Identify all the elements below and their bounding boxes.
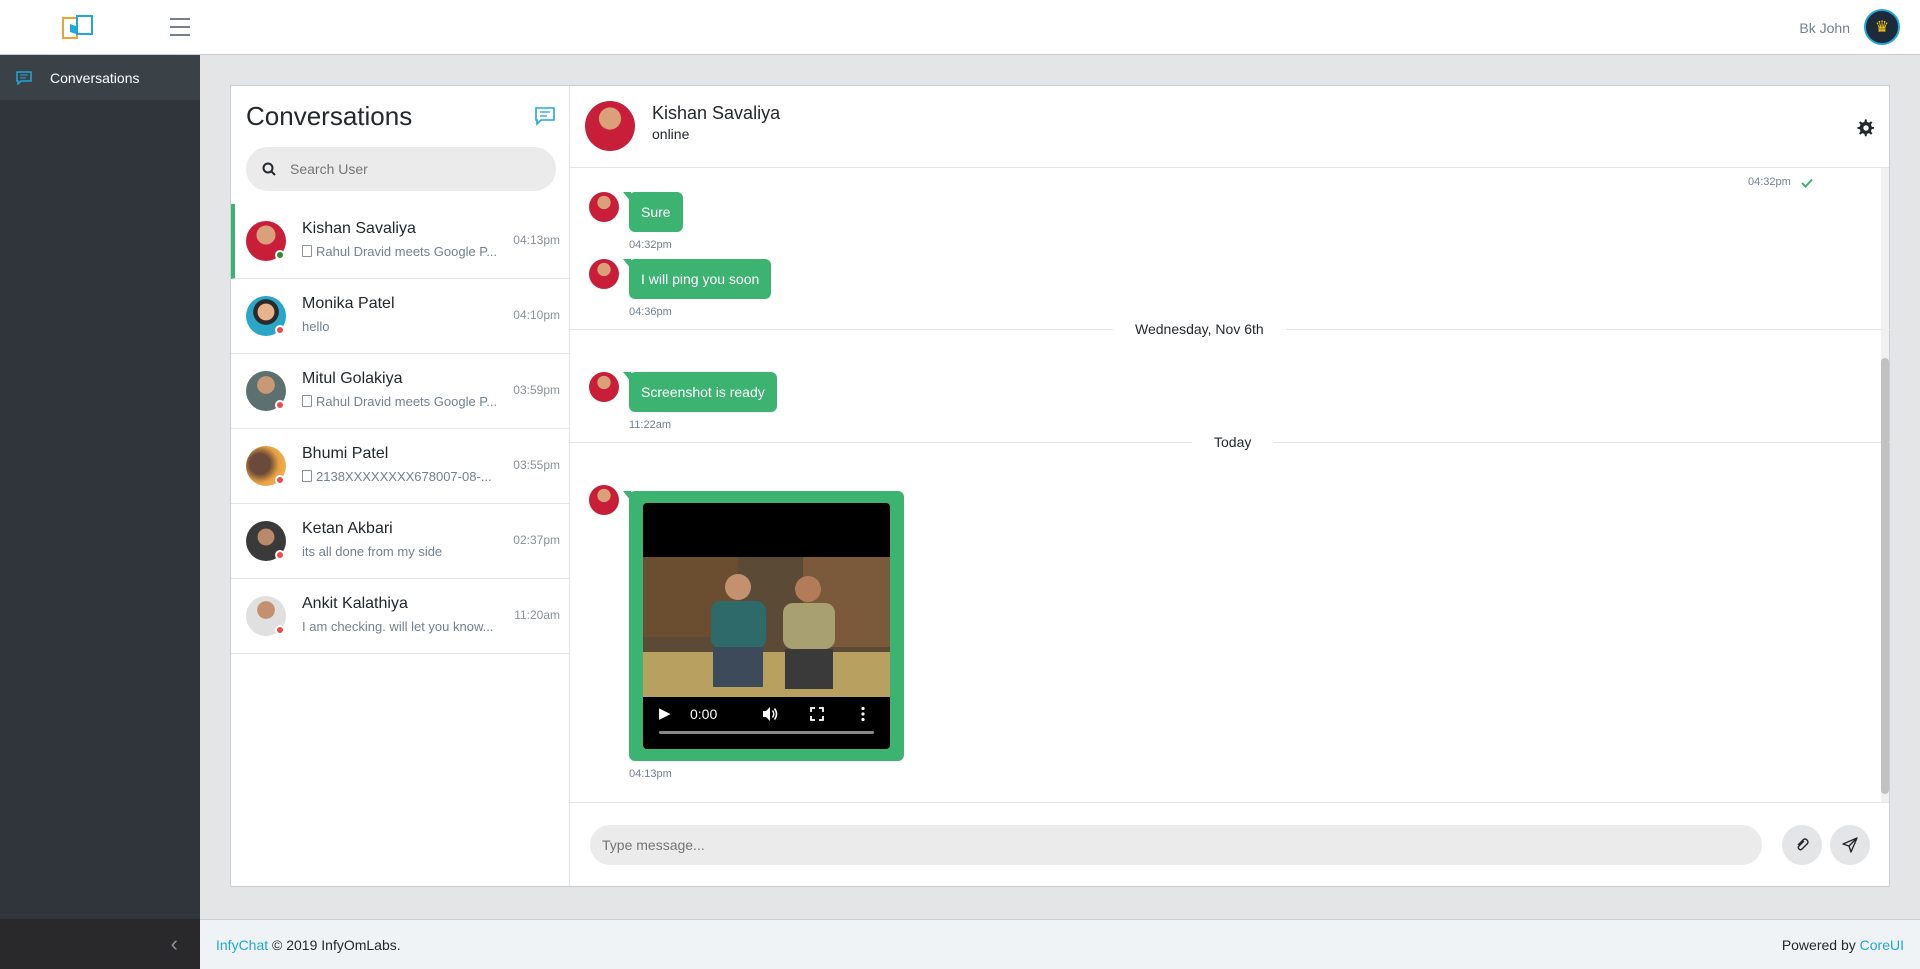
fullscreen-icon[interactable] [810, 707, 824, 721]
chat-contact-name: Kishan Savaliya [652, 103, 781, 123]
conversation-time: 03:55pm [513, 458, 560, 472]
conversation-time: 04:13pm [513, 233, 560, 247]
offline-status-dot [275, 325, 285, 335]
chat-contact-status: online [652, 126, 690, 142]
offline-status-dot [275, 400, 285, 410]
conversation-preview: Rahul Dravid meets Google P... [302, 244, 510, 259]
conversation-name: Bhumi Patel [302, 445, 389, 462]
message-bubble: Sure [623, 192, 683, 232]
paperclip-icon [1797, 838, 1809, 851]
conversation-item-mitul[interactable]: Mitul Golakiya Rahul Dravid meets Google… [231, 354, 570, 429]
conversation-name: Ketan Akbari [302, 520, 393, 537]
chat-panel: Kishan Savaliya online 04:32pm Sure 04:3… [570, 86, 1890, 888]
message-time: 04:32pm [629, 239, 672, 251]
chat-card: Conversations Kishan Savaliya Rahul Drav… [230, 85, 1890, 887]
scrollbar-thumb[interactable] [1881, 358, 1889, 794]
avatar[interactable] [585, 101, 635, 151]
conversation-name: Ankit Kalathiya [302, 595, 408, 612]
conversation-item-monika[interactable]: Monika Patel hello 04:10pm [231, 279, 570, 354]
conversation-item-bhumi[interactable]: Bhumi Patel 2138XXXXXXXX678007-08-... 03… [231, 429, 570, 504]
conversation-preview: I am checking. will let you know... [302, 619, 494, 634]
sidebar-item-label: Conversations [50, 69, 140, 86]
conversation-panel: Conversations Kishan Savaliya Rahul Drav… [231, 86, 570, 886]
hamburger-menu-icon[interactable] [170, 18, 190, 36]
coreui-link[interactable]: CoreUI [1860, 937, 1904, 953]
conversation-time: 02:37pm [513, 533, 560, 547]
conversation-preview: Rahul Dravid meets Google P... [302, 394, 510, 409]
brand-link[interactable]: InfyChat [216, 937, 268, 953]
message-bubble: I will ping you soon [622, 259, 772, 299]
conversation-time: 03:59pm [513, 383, 560, 397]
video-time: 0:00 [690, 706, 718, 722]
message-bubble: Screenshot is ready [623, 372, 777, 412]
video-message: ▶ 0:00 [623, 491, 904, 761]
send-button[interactable] [1830, 825, 1870, 865]
send-icon [1842, 837, 1858, 853]
footer-powered: Powered by CoreUI [1782, 937, 1904, 953]
video-progress-bar[interactable] [659, 731, 874, 734]
messages-scrollbar[interactable] [1881, 168, 1889, 802]
chat-header: Kishan Savaliya online [570, 86, 1889, 168]
chat-icon [16, 70, 32, 85]
conversation-time: 11:20am [514, 608, 560, 622]
conversation-item-ankit[interactable]: Ankit Kalathiya I am checking. will let … [231, 579, 570, 654]
avatar [589, 259, 619, 289]
pdf-file-icon [302, 470, 312, 482]
message-time: 04:32pm [1748, 176, 1791, 188]
conversation-time: 04:10pm [513, 308, 560, 322]
conversation-name: Mitul Golakiya [302, 370, 403, 387]
conversation-name: Monika Patel [302, 295, 395, 312]
conversation-list: Kishan Savaliya Rahul Dravid meets Googl… [231, 204, 570, 654]
app-footer: InfyChat © 2019 InfyOmLabs. Powered by C… [200, 919, 1920, 969]
message-list: 04:32pm Sure 04:32pm I will ping you soo… [570, 168, 1890, 802]
avatar [589, 192, 619, 222]
conversation-name: Kishan Savaliya [302, 220, 416, 237]
video-thumbnail [643, 557, 890, 697]
search-box [246, 147, 556, 191]
conversation-preview: hello [302, 319, 330, 334]
video-controls: ▶ 0:00 [643, 697, 890, 749]
sidebar: Conversations ‹ [0, 55, 200, 969]
conversations-title: Conversations [246, 101, 413, 131]
user-name: Bk John [1799, 20, 1850, 36]
app-header: Bk John ♛ [0, 0, 1920, 55]
sidebar-minimizer-button[interactable]: ‹ [0, 919, 200, 969]
conversation-preview: 2138XXXXXXXX678007-08-... [302, 469, 510, 484]
video-player[interactable]: ▶ 0:00 [643, 503, 890, 749]
play-icon[interactable]: ▶ [659, 704, 671, 722]
conversation-item-kishan[interactable]: Kishan Savaliya Rahul Dravid meets Googl… [231, 204, 570, 279]
attach-button[interactable] [1782, 825, 1822, 865]
conversation-preview: its all done from my side [302, 544, 443, 559]
search-input[interactable] [290, 161, 530, 177]
copyright-text: © 2019 InfyOmLabs. [272, 936, 401, 953]
message-composer [570, 802, 1889, 888]
message-time: 11:22am [629, 419, 671, 431]
message-input[interactable] [590, 825, 1762, 865]
logo-icon[interactable] [62, 14, 94, 40]
offline-status-dot [275, 625, 285, 635]
offline-status-dot [275, 550, 285, 560]
gear-icon[interactable] [1857, 119, 1875, 137]
online-status-dot [275, 250, 285, 260]
read-check-icon [1801, 178, 1813, 188]
chevron-left-icon: ‹ [170, 931, 178, 956]
file-icon [302, 245, 312, 257]
message-time: 04:36pm [629, 306, 672, 318]
new-chat-icon[interactable] [534, 106, 556, 126]
date-label: Wednesday, Nov 6th [1113, 321, 1286, 337]
date-label: Today [1192, 434, 1274, 450]
avatar [589, 372, 619, 402]
file-icon [302, 395, 312, 407]
search-icon [262, 162, 276, 176]
sidebar-item-conversations[interactable]: Conversations [0, 55, 200, 100]
offline-status-dot [275, 475, 285, 485]
powered-by-text: Powered by [1781, 936, 1856, 953]
volume-icon[interactable] [762, 706, 778, 722]
user-avatar[interactable]: ♛ [1864, 9, 1900, 45]
footer-copyright: InfyChat © 2019 InfyOmLabs. [216, 937, 401, 953]
conversation-item-ketan[interactable]: Ketan Akbari its all done from my side 0… [231, 504, 570, 579]
more-options-icon[interactable] [860, 706, 866, 722]
message-time: 04:13pm [629, 768, 672, 780]
avatar [589, 485, 619, 515]
